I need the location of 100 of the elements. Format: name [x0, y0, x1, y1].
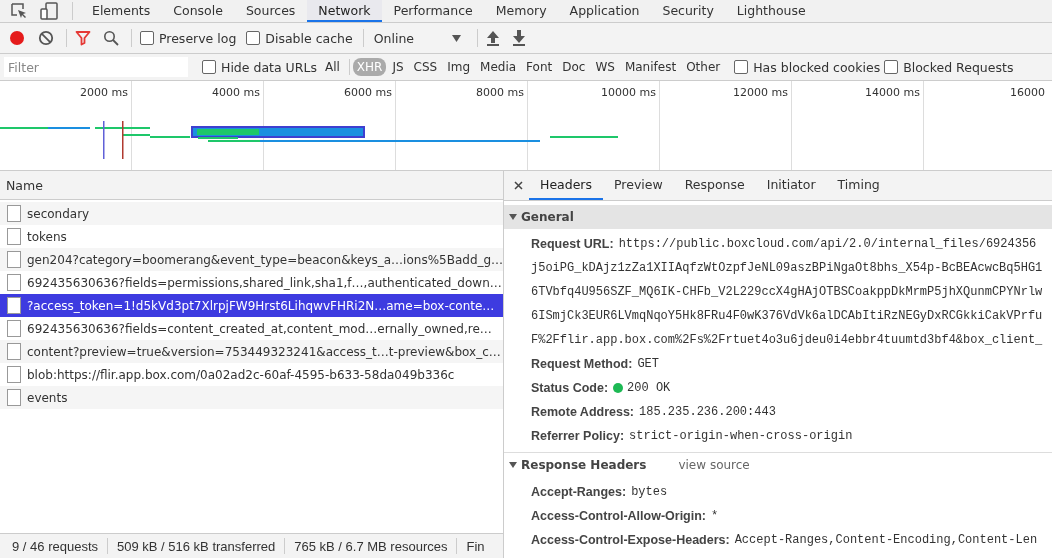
request-row[interactable]: blob:https://flir.app.box.com/0a02ad2c-60af-4595-b633-58da049b336c [0, 363, 503, 386]
checkbox[interactable] [734, 60, 749, 74]
time-tick: 6000 ms [344, 86, 392, 99]
document-icon [7, 389, 21, 406]
type-filter[interactable]: Manifest [620, 58, 681, 76]
header-key: Access-Control-Allow-Origin: [531, 509, 706, 523]
close-icon [513, 181, 523, 190]
detail-tab[interactable]: Headers [529, 171, 604, 200]
inspect-icon[interactable] [10, 2, 28, 20]
request-row[interactable]: content?preview=true&version=753449323241&access_t…t-preview&box_c… [0, 340, 503, 363]
header-value: 6ISmjCk3EUR6LVmqNqoY5Hk8FRu4F0wK376VdVk6alDCAbItiRzNEGyDxRCGkkiCakVPrfu [531, 309, 1043, 323]
search-icon[interactable] [103, 30, 119, 46]
time-tick: 10000 ms [601, 86, 656, 99]
header-value: 200 OK [627, 381, 671, 395]
header-value: Accept-Ranges,Content-Encoding,Content-Len [734, 533, 1038, 547]
request-row[interactable]: events [0, 386, 503, 409]
checkbox-label: Blocked Requests [903, 59, 1014, 75]
download-icon[interactable] [512, 30, 527, 46]
type-filter[interactable]: Font [522, 58, 557, 76]
type-filter[interactable]: Doc [558, 58, 590, 76]
type-filter[interactable]: CSS [409, 58, 442, 76]
triangle-icon [509, 213, 517, 221]
panel-tab[interactable]: Sources [234, 0, 307, 22]
header-value: https://public.boxcloud.com/api/2.0/internal_files/6924356 [618, 237, 1037, 251]
panel-tab[interactable]: Memory [484, 0, 558, 22]
caret-icon [452, 34, 462, 42]
status-dot [613, 383, 624, 393]
time-tick: 16000 [1010, 86, 1045, 99]
clear-icon[interactable] [38, 30, 54, 46]
header-value: * [711, 509, 719, 523]
document-icon [7, 251, 21, 268]
throttling-dropdown[interactable]: Online [371, 30, 470, 46]
checkbox[interactable] [202, 60, 216, 74]
detail-tab[interactable]: Preview [603, 171, 674, 200]
panel-tab[interactable]: Console [162, 0, 234, 22]
document-icon [7, 343, 21, 360]
header-key: Status Code: [531, 381, 609, 395]
header-value: GET [637, 357, 659, 371]
header-key: Request Method: [531, 357, 633, 371]
header-value: strict-origin-when-cross-origin [629, 429, 853, 443]
header-key: Access-Control-Expose-Headers: [531, 533, 730, 547]
request-row[interactable]: tokens [0, 225, 503, 248]
triangle-icon [509, 461, 517, 469]
section-header[interactable]: General [509, 210, 574, 224]
document-icon [7, 228, 21, 245]
time-tick: 2000 ms [80, 86, 128, 99]
header-key: Accept-Ranges: [531, 485, 627, 499]
type-filter[interactable]: Media [476, 58, 521, 76]
time-tick: 8000 ms [476, 86, 524, 99]
request-row[interactable]: 692435630636?fields=content_created_at,content_mod…ernally_owned,re… [0, 317, 503, 340]
checkbox[interactable] [246, 31, 261, 45]
header-value: F%2Fflir.app.box.com%2Fs%2Frtuet4o3u6jdeu0i4ebbr4tuumtd3bf4&box_client_ [531, 333, 1043, 347]
panel-tab[interactable]: Performance [382, 0, 484, 22]
type-filter[interactable]: All [320, 58, 344, 76]
panel-tab[interactable]: Elements [81, 0, 162, 22]
checkbox[interactable] [140, 31, 154, 45]
type-filter[interactable]: Img [443, 58, 475, 76]
status-text: 765 kB / 6.7 MB resources [294, 538, 448, 554]
record-button[interactable] [8, 29, 26, 47]
checkbox-label: Has blocked cookies [753, 59, 881, 75]
panel-tab[interactable]: Application [558, 0, 651, 22]
document-icon [7, 205, 21, 222]
request-row[interactable]: ?access_token=1!d5kVd3pt7XlrpjFW9Hrst6LihqwvFHRi2N…ame=box-conte… [0, 294, 503, 317]
detail-tab[interactable]: Timing [826, 171, 891, 200]
filter-field[interactable]: Filter [4, 57, 188, 77]
time-tick: 4000 ms [212, 86, 260, 99]
request-row[interactable]: secondary [0, 202, 503, 225]
header-value: 185.235.236.200:443 [639, 405, 776, 419]
panel-tab[interactable]: Network [307, 0, 382, 22]
status-text: Fin [466, 538, 485, 554]
header-value: 6TVbfq4U956SZF_MQ6IK-CHFb_V2L229ccX4gHAjOTBSCoakppDkMrmP5jhXQunmCPYNrlw [531, 285, 1043, 299]
checkbox-label: Disable cache [265, 30, 353, 46]
status-text: 509 kB / 516 kB transferred [117, 538, 276, 554]
panel-tab[interactable]: Lighthouse [725, 0, 817, 22]
panel-tab[interactable]: Security [651, 0, 725, 22]
header-value: j5oiPG_kDAjz1zZa1XIIAqfzWtOzpfJeNL09aszBPiNgaOt8bhs_X54p-BcBEAcwcBq5HG1 [531, 261, 1043, 275]
detail-tab[interactable]: Initiator [755, 171, 827, 200]
document-icon [7, 320, 21, 337]
checkbox-label: Preserve log [159, 30, 237, 46]
status-text: 9 / 46 requests [12, 538, 98, 554]
section-header[interactable]: Response Headers [509, 458, 647, 472]
document-icon [7, 274, 21, 291]
request-row[interactable]: 692435630636?fields=permissions,shared_link,sha1,f…,authenticated_down… [0, 271, 503, 294]
type-filter[interactable]: Other [682, 58, 725, 76]
header-key: Referrer Policy: [531, 429, 625, 443]
device-icon[interactable] [40, 2, 60, 20]
checkbox-label: Hide data URLs [221, 59, 317, 75]
upload-icon[interactable] [486, 30, 501, 46]
type-filter[interactable]: WS [591, 58, 619, 76]
view-source-link[interactable]: view source [678, 458, 750, 472]
checkbox[interactable] [884, 60, 899, 74]
filter-icon[interactable] [75, 30, 91, 46]
header-key: Remote Address: [531, 405, 635, 419]
document-icon [7, 297, 21, 314]
detail-tab[interactable]: Response [673, 171, 756, 200]
type-filter[interactable]: JS [388, 58, 408, 76]
request-row[interactable]: gen204?category=boomerang&event_type=beacon&keys_a…ions%5Badd_g… [0, 248, 503, 271]
time-tick: 12000 ms [733, 86, 788, 99]
header-value: bytes [631, 485, 668, 499]
header-key: Request URL: [531, 237, 614, 251]
